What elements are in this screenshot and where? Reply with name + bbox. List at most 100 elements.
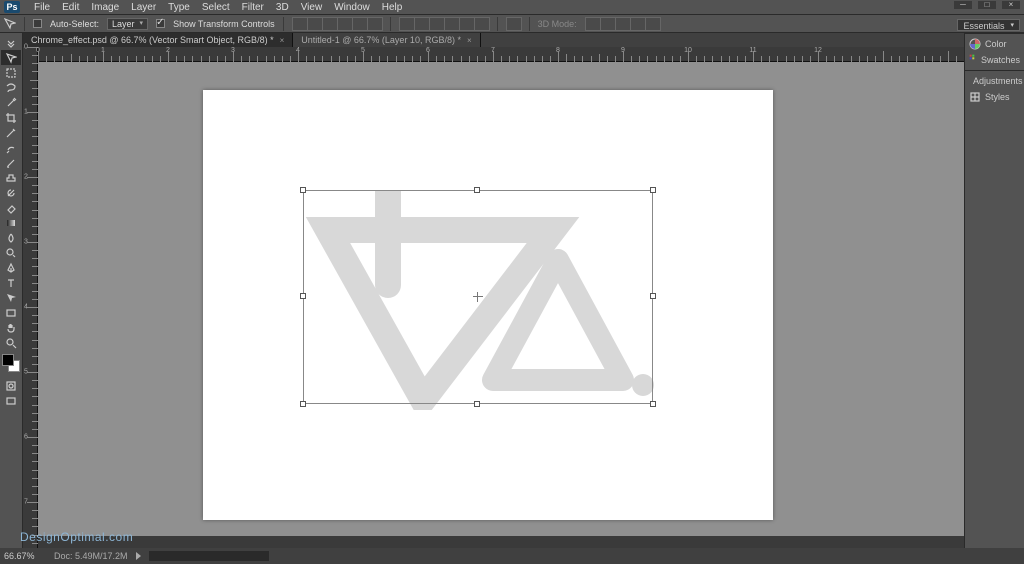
zoom-level[interactable]: 66.67%	[4, 551, 46, 561]
horizontal-ruler[interactable]: 0123456789101112	[38, 47, 964, 62]
path-selection-tool[interactable]	[1, 290, 21, 305]
blur-tool[interactable]	[1, 230, 21, 245]
document-tab-active[interactable]: Chrome_effect.psd @ 66.7% (Vector Smart …	[23, 33, 293, 47]
status-flyout-icon[interactable]	[136, 552, 141, 560]
menu-3d[interactable]: 3D	[270, 2, 295, 13]
viewport[interactable]	[38, 62, 964, 536]
menu-help[interactable]: Help	[376, 2, 409, 13]
auto-align-button[interactable]	[506, 17, 522, 31]
transform-handle-n[interactable]	[474, 187, 480, 193]
window-close-button[interactable]: ×	[1002, 1, 1020, 9]
menu-select[interactable]: Select	[196, 2, 236, 13]
move-tool[interactable]	[1, 50, 21, 65]
align-bottom-button[interactable]	[322, 17, 338, 31]
color-chips[interactable]	[2, 354, 20, 372]
status-scroll-track[interactable]	[149, 551, 269, 561]
hand-tool[interactable]	[1, 320, 21, 335]
transform-handle-e[interactable]	[650, 293, 656, 299]
show-transform-checkbox[interactable]	[156, 19, 165, 28]
transform-handle-s[interactable]	[474, 401, 480, 407]
align-group	[292, 17, 382, 31]
foreground-color-chip[interactable]	[2, 354, 14, 366]
eyedropper-tool[interactable]	[1, 125, 21, 140]
vertical-ruler[interactable]: 01234567	[23, 47, 38, 548]
document-tab-label: Untitled-1 @ 66.7% (Layer 10, RGB/8) *	[301, 35, 461, 45]
options-bar: Auto-Select: Layer Show Transform Contro…	[0, 15, 1024, 33]
history-brush-tool[interactable]	[1, 185, 21, 200]
align-top-button[interactable]	[292, 17, 308, 31]
healing-brush-tool[interactable]	[1, 140, 21, 155]
pen-tool[interactable]	[1, 260, 21, 275]
watermark-text: DesignOptimal.com	[20, 530, 133, 544]
align-right-button[interactable]	[367, 17, 383, 31]
separator	[24, 17, 25, 31]
auto-select-label: Auto-Select:	[50, 19, 99, 29]
clone-stamp-tool[interactable]	[1, 170, 21, 185]
zoom-tool[interactable]	[1, 335, 21, 350]
document-size[interactable]: Doc: 5.49M/17.2M	[54, 551, 128, 561]
document-tab-inactive[interactable]: Untitled-1 @ 66.7% (Layer 10, RGB/8) * ×	[293, 33, 480, 47]
separator	[529, 17, 530, 31]
align-left-button[interactable]	[337, 17, 353, 31]
mode3d-scale-button[interactable]	[645, 17, 661, 31]
distribute-vcenter-button[interactable]	[414, 17, 430, 31]
mode3d-slide-button[interactable]	[630, 17, 646, 31]
horizontal-scrollbar[interactable]	[38, 536, 964, 548]
canvas-page[interactable]	[203, 90, 773, 520]
menu-layer[interactable]: Layer	[125, 2, 162, 13]
move-tool-icon	[4, 18, 16, 30]
mode3d-rotate-button[interactable]	[585, 17, 601, 31]
transform-bounding-box[interactable]	[303, 190, 653, 404]
mode-3d-label: 3D Mode:	[538, 19, 577, 29]
tools-collapse-button[interactable]	[1, 35, 21, 50]
menu-view[interactable]: View	[295, 2, 329, 13]
menu-bar: Ps File Edit Image Layer Type Select Fil…	[0, 0, 1024, 15]
magic-wand-tool[interactable]	[1, 95, 21, 110]
transform-handle-sw[interactable]	[300, 401, 306, 407]
distribute-left-button[interactable]	[444, 17, 460, 31]
show-transform-label: Show Transform Controls	[173, 19, 275, 29]
distribute-bottom-button[interactable]	[429, 17, 445, 31]
menu-filter[interactable]: Filter	[236, 2, 270, 13]
align-hcenter-button[interactable]	[352, 17, 368, 31]
transform-handle-se[interactable]	[650, 401, 656, 407]
mode3d-roll-button[interactable]	[600, 17, 616, 31]
distribute-right-button[interactable]	[474, 17, 490, 31]
mode-3d-group	[585, 17, 660, 31]
app-logo: Ps	[4, 1, 20, 13]
transform-handle-nw[interactable]	[300, 187, 306, 193]
marquee-tool[interactable]	[1, 65, 21, 80]
close-tab-icon[interactable]: ×	[280, 36, 285, 45]
close-tab-icon[interactable]: ×	[467, 36, 472, 45]
workspace-selector[interactable]: Essentials	[957, 19, 1020, 31]
dodge-tool[interactable]	[1, 245, 21, 260]
menu-window[interactable]: Window	[328, 2, 376, 13]
menu-edit[interactable]: Edit	[56, 2, 85, 13]
gradient-tool[interactable]	[1, 215, 21, 230]
menu-image[interactable]: Image	[85, 2, 125, 13]
window-maximize-button[interactable]: □	[978, 1, 996, 9]
menu-type[interactable]: Type	[162, 2, 196, 13]
auto-select-dropdown[interactable]: Layer	[107, 18, 148, 30]
align-vcenter-button[interactable]	[307, 17, 323, 31]
window-minimize-button[interactable]: ─	[954, 1, 972, 9]
canvas-area: 01234567 0123456789101112	[23, 47, 964, 548]
auto-select-checkbox[interactable]	[33, 19, 42, 28]
menu-file[interactable]: File	[28, 2, 56, 13]
transform-handle-ne[interactable]	[650, 187, 656, 193]
type-tool[interactable]	[1, 275, 21, 290]
quick-mask-button[interactable]	[1, 378, 21, 393]
lasso-tool[interactable]	[1, 80, 21, 95]
transform-handle-w[interactable]	[300, 293, 306, 299]
screen-mode-button[interactable]	[1, 393, 21, 408]
crop-tool[interactable]	[1, 110, 21, 125]
mode3d-drag-button[interactable]	[615, 17, 631, 31]
shape-tool[interactable]	[1, 305, 21, 320]
brush-tool[interactable]	[1, 155, 21, 170]
separator	[390, 17, 391, 31]
eraser-tool[interactable]	[1, 200, 21, 215]
distribute-top-button[interactable]	[399, 17, 415, 31]
transform-center-icon[interactable]	[473, 292, 483, 302]
document-tabs: Chrome_effect.psd @ 66.7% (Vector Smart …	[23, 33, 964, 47]
distribute-hcenter-button[interactable]	[459, 17, 475, 31]
